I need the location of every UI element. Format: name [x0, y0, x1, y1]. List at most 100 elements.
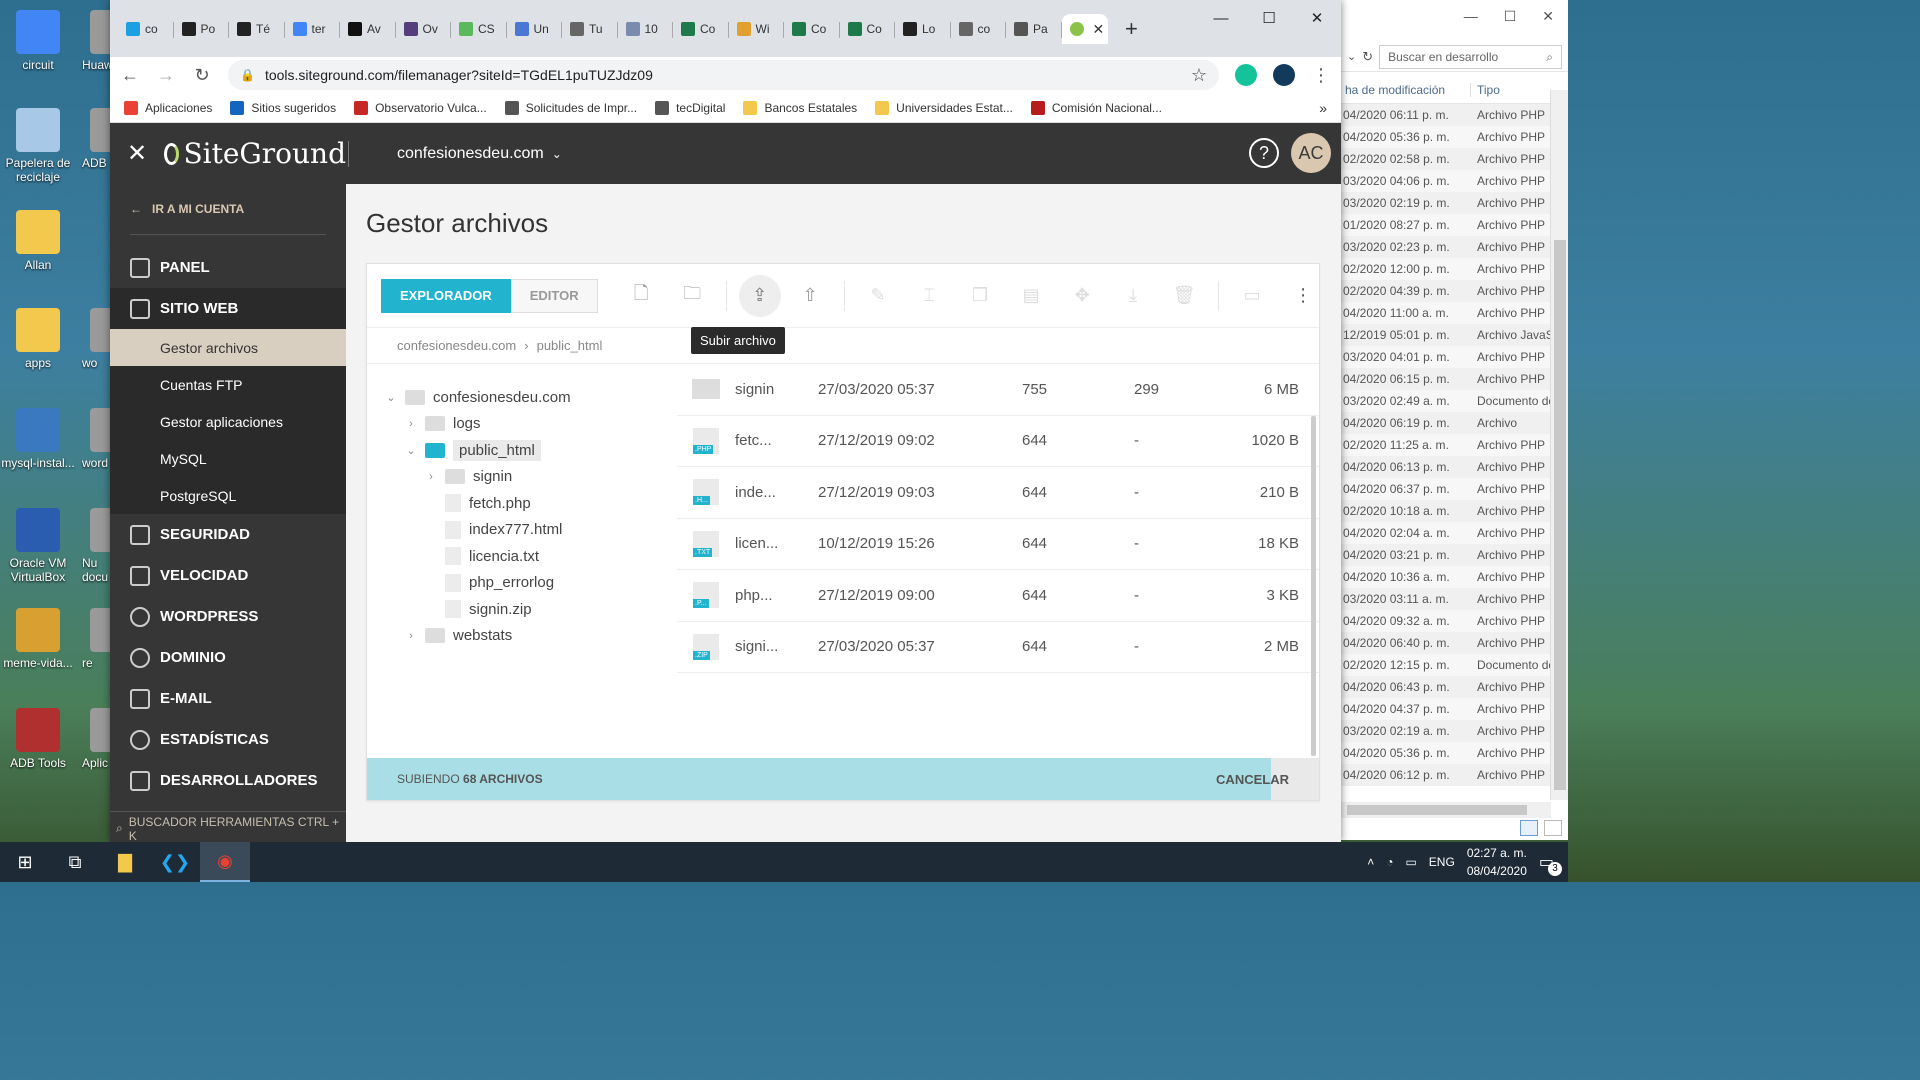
sidebar-item-panel[interactable]: PANEL — [110, 247, 346, 288]
bookmark-item[interactable]: Bancos Estatales — [743, 100, 857, 115]
desktop-icon[interactable]: circuit — [0, 10, 76, 72]
list-item[interactable]: 04/2020 11:00 a. m. Archivo PHP — [1341, 302, 1568, 324]
back-icon[interactable]: ← — [120, 65, 140, 86]
browser-tab[interactable]: co — [118, 14, 174, 44]
browser-tab[interactable]: Ov — [396, 14, 452, 44]
bookmark-item[interactable]: Solicitudes de Impr... — [504, 100, 637, 115]
desktop-icon[interactable]: Huaw — [72, 10, 112, 72]
sidebar-subitem[interactable]: Cuentas FTP — [110, 366, 346, 403]
download-icon[interactable]: ⤓ — [1108, 276, 1159, 316]
browser-tab[interactable]: Co — [784, 14, 840, 44]
hscroll-thumb[interactable] — [1347, 805, 1527, 815]
copy-icon[interactable]: ❐ — [955, 276, 1006, 316]
browser-tab[interactable]: Un — [507, 14, 563, 44]
breadcrumb-item[interactable]: public_html — [537, 338, 603, 353]
list-item[interactable]: 04/2020 06:37 p. m. Archivo PHP — [1341, 478, 1568, 500]
details-view-icon[interactable] — [1520, 820, 1538, 836]
sidebar-item-estadisticas[interactable]: ESTADÍSTICAS — [110, 719, 346, 760]
bookmark-item[interactable]: Observatorio Vulca... — [354, 100, 487, 115]
bookmark-star-icon[interactable]: ☆ — [1191, 65, 1207, 86]
site-selector[interactable]: confesionesdeu.com ⌄ — [397, 145, 562, 163]
close-tab-icon[interactable]: ✕ — [1093, 21, 1105, 38]
archive-icon[interactable]: ▭ — [1227, 276, 1278, 316]
list-item[interactable]: 04/2020 02:04 a. m. Archivo PHP — [1341, 522, 1568, 544]
browser-tab[interactable]: Tu — [562, 14, 618, 44]
tools-search[interactable]: ⌕ BUSCADOR HERRAMIENTAS CTRL + K — [110, 811, 346, 845]
cancel-upload-button[interactable]: CANCELAR — [1216, 772, 1289, 787]
upload-folder-icon[interactable]: ⇧ — [785, 276, 836, 316]
list-item[interactable]: 12/2019 05:01 p. m. Archivo JavaSc — [1341, 324, 1568, 346]
list-item[interactable]: 04/2020 06:19 p. m. Archivo — [1341, 412, 1568, 434]
maximize-icon[interactable]: ☐ — [1245, 0, 1293, 36]
list-item[interactable]: 03/2020 04:01 p. m. Archivo PHP — [1341, 346, 1568, 368]
tree-node-signin[interactable]: › signin — [385, 464, 677, 491]
tree-node-public-html[interactable]: ⌄ public_html — [385, 437, 677, 464]
desktop-icon[interactable]: apps — [0, 308, 76, 370]
delete-icon[interactable]: 🗑 — [1159, 276, 1210, 316]
list-item[interactable]: 01/2020 08:27 p. m. Archivo PHP — [1341, 214, 1568, 236]
bookmark-item[interactable]: tecDigital — [655, 100, 725, 115]
explorer-scrollbar[interactable] — [1550, 90, 1568, 800]
sidebar-item-email[interactable]: E-MAIL — [110, 678, 346, 719]
file-list-scrollbar[interactable] — [1311, 416, 1316, 756]
table-row[interactable]: .TXT licen... 10/12/2019 15:26 644 - 18 KB — [677, 519, 1319, 570]
list-item[interactable]: 03/2020 03:11 a. m. Archivo PHP — [1341, 588, 1568, 610]
maximize-icon[interactable]: ☐ — [1504, 8, 1517, 25]
table-row[interactable]: signin 27/03/2020 05:37 755 299 6 MB — [677, 364, 1319, 416]
list-item[interactable]: 04/2020 03:21 p. m. Archivo PHP — [1341, 544, 1568, 566]
list-item[interactable]: 04/2020 04:37 p. m. Archivo PHP — [1341, 698, 1568, 720]
browser-tab[interactable]: Co — [840, 14, 896, 44]
forward-icon[interactable]: → — [156, 65, 176, 86]
desktop-icon[interactable]: word — [72, 408, 112, 470]
chevron-down-icon[interactable]: ⌄ — [1347, 50, 1356, 63]
more-options-icon[interactable]: ⋮ — [1278, 276, 1329, 316]
list-item[interactable]: 04/2020 06:15 p. m. Archivo PHP — [1341, 368, 1568, 390]
chevron-up-icon[interactable]: ˄ — [1367, 855, 1374, 869]
close-icon[interactable]: ✕ — [1293, 0, 1341, 36]
clock[interactable]: 02:27 a. m. 08/04/2020 — [1467, 844, 1527, 880]
desktop-icon[interactable]: Aplic — [72, 708, 112, 770]
new-file-icon[interactable]: 🗋 — [616, 276, 667, 316]
table-row[interactable]: .ZIP signi... 27/03/2020 05:37 644 - 2 MB — [677, 622, 1319, 673]
list-item[interactable]: 02/2020 12:00 p. m. Archivo PHP — [1341, 258, 1568, 280]
paste-icon[interactable]: ▤ — [1006, 276, 1057, 316]
bookmark-item[interactable]: Universidades Estat... — [875, 100, 1013, 115]
desktop-icon[interactable]: Oracle VM VirtualBox — [0, 508, 76, 584]
notification-icon[interactable]: ▭ 3 — [1539, 852, 1562, 876]
lock-icon[interactable]: 🔒 — [240, 68, 255, 82]
back-to-account-link[interactable]: ← IR A MI CUENTA — [110, 184, 346, 234]
wifi-icon[interactable]: ◔ — [1386, 855, 1393, 869]
browser-tab[interactable]: Pa — [1006, 14, 1062, 44]
menu-dots-icon[interactable]: ⋮ — [1311, 65, 1331, 86]
sidebar-item-velocidad[interactable]: VELOCIDAD — [110, 555, 346, 596]
table-row[interactable]: .PHP fetc... 27/12/2019 09:02 644 - 1020 B — [677, 416, 1319, 467]
sidebar-subitem[interactable]: Gestor aplicaciones — [110, 403, 346, 440]
sidebar-subitem[interactable]: PostgreSQL — [110, 477, 346, 514]
desktop-icon[interactable]: ADB — [72, 108, 112, 170]
tab-editor[interactable]: EDITOR — [510, 278, 598, 313]
tiles-view-icon[interactable] — [1544, 820, 1562, 836]
tab-explorador[interactable]: EXPLORADOR — [381, 278, 511, 313]
minimize-icon[interactable]: — — [1464, 8, 1478, 24]
sidebar-item-desarrolladores[interactable]: DESARROLLADORES — [110, 760, 346, 801]
close-icon[interactable]: ✕ — [110, 139, 164, 168]
list-item[interactable]: 02/2020 12:15 p. m. Documento de — [1341, 654, 1568, 676]
browser-tab[interactable]: Wi — [729, 14, 785, 44]
sidebar-subitem[interactable]: MySQL — [110, 440, 346, 477]
list-item[interactable]: 04/2020 06:40 p. m. Archivo PHP — [1341, 632, 1568, 654]
list-item[interactable]: 04/2020 06:11 p. m. Archivo PHP — [1341, 104, 1568, 126]
help-icon[interactable]: ? — [1249, 138, 1279, 168]
refresh-icon[interactable]: ↻ — [1362, 49, 1373, 65]
browser-tab[interactable]: Té — [229, 14, 285, 44]
list-item[interactable]: 03/2020 02:19 a. m. Archivo PHP — [1341, 720, 1568, 742]
file-explorer-icon[interactable]: ▇ — [100, 842, 150, 882]
sidebar-item-dominio[interactable]: DOMINIO — [110, 637, 346, 678]
column-date[interactable]: ha de modificación — [1341, 82, 1471, 97]
list-item[interactable]: 04/2020 06:43 p. m. Archivo PHP — [1341, 676, 1568, 698]
edit-icon[interactable]: ✎ — [853, 276, 904, 316]
browser-tab[interactable]: CS — [451, 14, 507, 44]
breadcrumb-item[interactable]: confesionesdeu.com — [397, 338, 516, 353]
new-folder-icon[interactable]: 🗀 — [667, 276, 718, 316]
avatar[interactable]: AC — [1291, 133, 1331, 173]
desktop-icon[interactable]: Papelera de reciclaje — [0, 108, 76, 184]
